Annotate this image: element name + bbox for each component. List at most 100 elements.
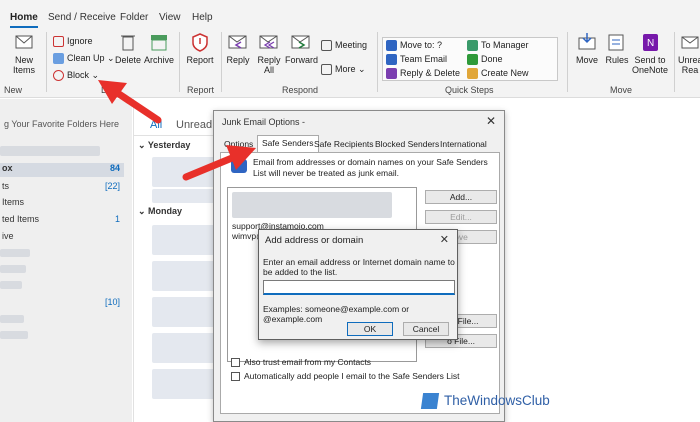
reply-all-icon <box>259 35 278 49</box>
create-new-icon <box>467 68 478 80</box>
folder-blurred <box>0 265 26 273</box>
message-item[interactable] <box>152 189 220 203</box>
folder-archive[interactable]: ive <box>0 231 124 245</box>
edit-button[interactable]: Edit... <box>425 210 497 224</box>
tab-folder[interactable]: Folder <box>120 12 148 23</box>
quick-step-team-email[interactable]: Team Email <box>386 54 447 66</box>
archive-icon <box>151 35 167 51</box>
filter-unread[interactable]: Unread <box>176 119 212 131</box>
folder-blurred <box>0 315 24 323</box>
tab-send-receive[interactable]: Send / Receive <box>48 12 116 23</box>
divider <box>377 32 378 92</box>
ok-button[interactable]: OK <box>347 322 393 336</box>
tab-help[interactable]: Help <box>192 12 213 23</box>
folder-deleted-items[interactable]: ted Items 1 <box>0 214 124 228</box>
quick-step-to-manager[interactable]: To Manager <box>467 40 529 52</box>
move-button[interactable]: Move <box>573 32 601 65</box>
message-item[interactable] <box>152 225 220 255</box>
folder-sent-items[interactable]: Items <box>0 197 124 211</box>
tab-blocked-senders[interactable]: Blocked Senders <box>371 137 443 152</box>
group-label: Monday <box>148 206 183 216</box>
group-respond-label: Respond <box>282 85 319 95</box>
close-icon[interactable]: ✕ <box>486 114 496 128</box>
meeting-button[interactable]: Meeting <box>321 40 367 52</box>
add-dialog-prompt: Enter an email address or Internet domai… <box>263 257 455 277</box>
quick-step-move-to[interactable]: Move to: ? <box>386 40 443 52</box>
divider <box>567 32 568 92</box>
checkbox-box[interactable] <box>231 358 240 368</box>
filter-all[interactable]: All <box>150 119 162 131</box>
folder-other[interactable]: [10] <box>0 297 124 311</box>
cancel-button[interactable]: Cancel <box>403 322 449 336</box>
folder-inbox[interactable]: ox 84 <box>0 163 124 177</box>
watermark-text: TheWindowsClub <box>444 393 550 408</box>
message-item[interactable] <box>152 157 220 187</box>
tab-safe-recipients[interactable]: Safe Recipients <box>310 137 378 152</box>
forward-icon <box>291 35 310 49</box>
move-label: Move <box>575 55 598 65</box>
folder-count: [10] <box>104 297 120 307</box>
unread-read-button[interactable]: Unrea Rea <box>678 32 700 75</box>
quick-step-label: Move to: ? <box>400 40 443 50</box>
svg-text:N: N <box>647 38 654 49</box>
folder-label: Items <box>2 197 25 207</box>
address-input[interactable] <box>263 280 455 295</box>
checkbox-label: Automatically add people I email to the … <box>244 371 460 381</box>
rules-label: Rules <box>605 55 629 65</box>
folder-drafts[interactable]: ts [22] <box>0 181 124 195</box>
folder-label: ted Items <box>2 214 40 224</box>
thewindowsclub-logo <box>420 393 440 409</box>
delete-button[interactable]: Delete <box>114 32 142 65</box>
block-button[interactable]: Block ⌄ <box>53 70 99 82</box>
new-items-button[interactable]: New Items <box>4 32 44 75</box>
ignore-button[interactable]: Ignore <box>53 36 93 48</box>
tab-home[interactable]: Home <box>10 12 38 28</box>
message-item[interactable] <box>152 297 220 327</box>
auto-add-checkbox[interactable]: Automatically add people I email to the … <box>231 371 460 382</box>
quick-step-create-new[interactable]: Create New <box>467 68 529 80</box>
quick-step-done[interactable]: Done <box>467 54 503 66</box>
trust-contacts-checkbox[interactable]: Also trust email from my Contacts <box>231 357 371 368</box>
archive-button[interactable]: Archive <box>144 32 174 65</box>
unread-label: Unrea Rea <box>678 55 700 75</box>
report-shield-icon <box>192 33 208 52</box>
rules-button[interactable]: Rules <box>604 32 630 65</box>
folder-label: ox <box>2 163 13 173</box>
add-button[interactable]: Add... <box>425 190 497 204</box>
dialog-title: Junk Email Options - <box>222 117 306 127</box>
trash-icon <box>121 35 135 51</box>
delete-label: Delete <box>114 55 141 65</box>
safe-senders-icon <box>231 159 247 173</box>
onenote-icon: N <box>643 34 658 51</box>
list-item-blurred <box>232 192 392 218</box>
checkbox-box[interactable] <box>231 372 240 382</box>
quick-step-label: To Manager <box>481 40 529 50</box>
reply-button[interactable]: Reply <box>226 32 250 65</box>
message-item[interactable] <box>152 333 220 363</box>
tab-view[interactable]: View <box>159 12 181 23</box>
meeting-icon <box>321 40 332 52</box>
report-label: Report <box>186 55 214 65</box>
tab-options[interactable]: Options <box>220 137 257 152</box>
forward-button[interactable]: Forward <box>285 32 318 65</box>
send-to-onenote-button[interactable]: N Send to OneNote <box>632 32 668 75</box>
quick-step-reply-delete[interactable]: Reply & Delete <box>386 68 460 80</box>
clean-up-button[interactable]: Clean Up ⌄ <box>53 53 115 65</box>
reply-all-button[interactable]: Reply All <box>255 32 283 75</box>
rules-icon <box>608 34 624 51</box>
unread-icon <box>681 36 699 49</box>
more-label: More <box>335 64 356 74</box>
favorites-hint: g Your Favorite Folders Here <box>4 119 120 129</box>
more-button[interactable]: More ⌄ <box>321 64 366 76</box>
folder-blurred <box>0 331 28 339</box>
tab-international[interactable]: International <box>436 137 491 152</box>
ignore-icon <box>53 36 64 48</box>
close-icon[interactable]: ✕ <box>440 233 449 246</box>
message-item[interactable] <box>152 261 220 291</box>
new-items-label: New Items <box>12 55 35 75</box>
folder-label: ive <box>2 231 14 241</box>
report-button[interactable]: Report <box>184 32 216 65</box>
group-move-label: Move <box>610 85 633 95</box>
message-item[interactable] <box>152 369 220 399</box>
folder-count: [22] <box>104 181 120 191</box>
